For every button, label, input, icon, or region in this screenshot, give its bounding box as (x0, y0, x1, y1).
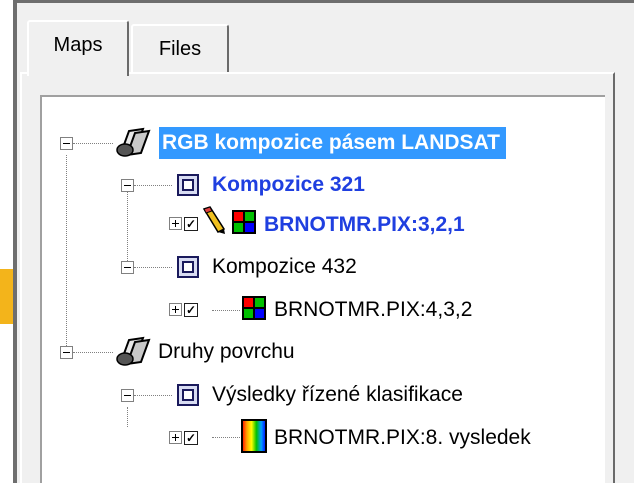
layer-checkbox[interactable]: ✓ (184, 303, 198, 317)
tree-line (134, 267, 172, 269)
composition-icon (177, 256, 199, 278)
rgb-channels-icon (242, 296, 266, 320)
tree-line (134, 185, 172, 187)
expand-toggle[interactable] (169, 217, 182, 230)
tab-maps[interactable]: Maps (27, 20, 129, 76)
composition-icon (177, 384, 199, 406)
tree-item-rgb-kompozice[interactable]: RGB kompozice pásem LANDSAT (159, 127, 506, 159)
collapse-toggle[interactable] (60, 137, 73, 150)
tree-line (127, 187, 129, 267)
layer-checkbox[interactable]: ✓ (184, 431, 198, 445)
collapse-toggle[interactable] (60, 346, 73, 359)
tree-line (127, 407, 129, 427)
map-book-icon (116, 336, 151, 366)
collapse-toggle[interactable] (121, 179, 134, 192)
tree-line (212, 310, 240, 312)
layer-checkbox[interactable]: ✓ (184, 217, 198, 231)
tree-item-kompozice-321[interactable]: Kompozice 321 (212, 169, 365, 201)
tree-item-druhy-povrchu[interactable]: Druhy povrchu (158, 336, 295, 368)
composition-icon (177, 174, 199, 196)
pencil-icon (202, 206, 226, 234)
tree-line (212, 437, 240, 439)
tab-files[interactable]: Files (131, 24, 229, 72)
tree-item-kompozice-432[interactable]: Kompozice 432 (212, 251, 357, 283)
tree-line (66, 155, 68, 352)
tree-item-vysledky-klasifikace[interactable]: Výsledky řízené klasifikace (212, 379, 463, 411)
collapse-toggle[interactable] (121, 389, 134, 402)
expand-toggle[interactable] (169, 431, 182, 444)
left-accent-strip (0, 269, 13, 324)
tree-line (73, 143, 113, 145)
spectrum-icon (241, 419, 267, 453)
tree-line (134, 395, 172, 397)
expand-toggle[interactable] (169, 303, 182, 316)
tree-item-brnotmr-vysledek[interactable]: BRNOTMR.PIX:8. vysledek (274, 422, 531, 454)
map-tree[interactable]: RGB kompozice pásem LANDSAT Kompozice 32… (40, 95, 605, 483)
rgb-channels-icon (232, 210, 256, 234)
tree-item-brnotmr-321[interactable]: BRNOTMR.PIX:3,2,1 (264, 209, 465, 241)
collapse-toggle[interactable] (121, 261, 134, 274)
application-frame: Maps Files RGB kompozice pásem LANDSAT K… (0, 0, 634, 483)
tree-item-brnotmr-432[interactable]: BRNOTMR.PIX:4,3,2 (274, 294, 472, 326)
tree-line (73, 352, 113, 354)
map-book-icon (116, 127, 151, 157)
